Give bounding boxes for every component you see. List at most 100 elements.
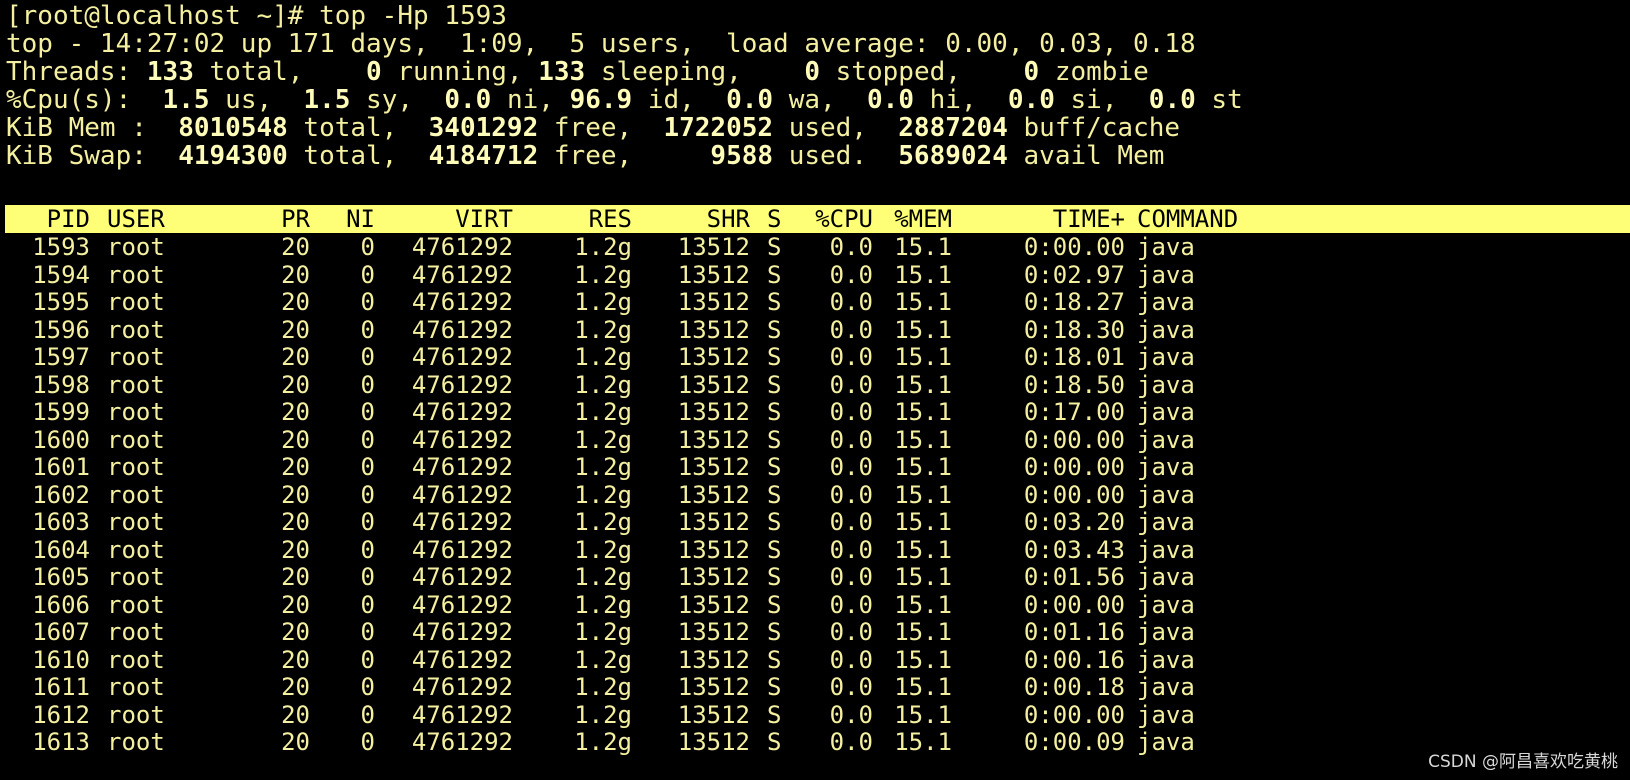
cell-user: root [107,728,165,756]
cell-cpu: 0.0 [829,260,873,289]
table-row[interactable]: 1604 root 20 0 4761292 1.2g 13512 S 0.0 15.1 0:03.… [5,536,1630,564]
table-row[interactable]: 1601 root 20 0 4761292 1.2g 13512 S 0.0 15.1 0:00.… [5,453,1630,481]
cell-pr: 20 [281,233,310,261]
cell-shr: 13512 [677,315,750,344]
swap-line: KiB Swap: 4194300 total, 4184712 free, 9… [6,141,1165,171]
table-row[interactable]: 1594 root 20 0 4761292 1.2g 13512 S 0.0 15.1 0:02.… [5,261,1630,289]
cell-command: java [1137,343,1195,371]
cell-pr: 20 [281,645,310,674]
cell-shr: 13512 [677,645,750,674]
cell-user: root [107,315,165,344]
cell-command: java [1137,728,1195,756]
table-row[interactable]: 1593 root 20 0 4761292 1.2g 13512 S 0.0 15.1 0:00.… [5,233,1630,261]
cell-ni: 0 [360,728,375,756]
cell-user: root [107,453,165,481]
cell-ni: 0 [360,315,375,344]
mem-line: KiB Mem : 8010548 total, 3401292 free, 1… [6,113,1181,143]
col-ni-header: NI [346,205,375,233]
cell-mem: 15.1 [894,508,952,536]
table-row[interactable]: 1607 root 20 0 4761292 1.2g 13512 S 0.0 15.1 0:01.… [5,618,1630,646]
cell-virt: 4761292 [411,700,513,729]
cell-pr: 20 [281,425,310,454]
cell-virt: 4761292 [411,260,513,289]
cell-time: 0:00.00 [1023,700,1125,729]
table-row[interactable]: 1612 root 20 0 4761292 1.2g 13512 S 0.0 15.1 0:00.… [5,701,1630,729]
cell-res: 1.2g [574,425,632,454]
cell-virt: 4761292 [411,535,513,564]
cell-pid: 1601 [32,453,90,481]
terminal-window[interactable]: [root@localhost ~]# top -Hp 1593 top - 1… [0,0,1630,780]
cell-pr: 20 [281,590,310,619]
cell-user: root [107,370,165,399]
cell-s: S [767,618,782,646]
cell-res: 1.2g [574,728,632,756]
cell-ni: 0 [360,563,375,591]
cell-shr: 13512 [677,508,750,536]
cell-user: root [107,673,165,701]
table-row[interactable]: 1597 root 20 0 4761292 1.2g 13512 S 0.0 15.1 0:18.… [5,343,1630,371]
cell-pr: 20 [281,260,310,289]
cell-res: 1.2g [574,315,632,344]
cell-mem: 15.1 [894,480,952,509]
cell-user: root [107,645,165,674]
cell-cpu: 0.0 [829,590,873,619]
cell-mem: 15.1 [894,563,952,591]
cell-pid: 1613 [32,728,90,756]
cell-s: S [767,288,782,316]
cell-virt: 4761292 [411,453,513,481]
cell-ni: 0 [360,480,375,509]
cell-ni: 0 [360,618,375,646]
cell-cpu: 0.0 [829,618,873,646]
cell-shr: 13512 [677,618,750,646]
cell-ni: 0 [360,508,375,536]
cell-pid: 1605 [32,563,90,591]
cell-virt: 4761292 [411,315,513,344]
table-row[interactable]: 1596 root 20 0 4761292 1.2g 13512 S 0.0 15.1 0:18.… [5,316,1630,344]
table-row[interactable]: 1598 root 20 0 4761292 1.2g 13512 S 0.0 15.1 0:18.… [5,371,1630,399]
col-shr-header: SHR [706,205,750,233]
table-row[interactable]: 1610 root 20 0 4761292 1.2g 13512 S 0.0 15.1 0:00.… [5,646,1630,674]
cell-pr: 20 [281,673,310,701]
table-row[interactable]: 1605 root 20 0 4761292 1.2g 13512 S 0.0 15.1 0:01.… [5,563,1630,591]
cell-command: java [1137,315,1195,344]
table-row[interactable]: 1595 root 20 0 4761292 1.2g 13512 S 0.0 15.1 0:18.… [5,288,1630,316]
cell-mem: 15.1 [894,370,952,399]
table-row[interactable]: 1613 root 20 0 4761292 1.2g 13512 S 0.0 15.1 0:00.… [5,728,1630,756]
cell-res: 1.2g [574,288,632,316]
cell-pid: 1603 [32,508,90,536]
cell-cpu: 0.0 [829,343,873,371]
cell-s: S [767,590,782,619]
cell-virt: 4761292 [411,618,513,646]
cell-shr: 13512 [677,563,750,591]
table-row[interactable]: 1600 root 20 0 4761292 1.2g 13512 S 0.0 15.1 0:00.… [5,426,1630,454]
cell-cpu: 0.0 [829,535,873,564]
cell-pid: 1595 [32,288,90,316]
cell-cpu: 0.0 [829,370,873,399]
table-row[interactable]: 1606 root 20 0 4761292 1.2g 13512 S 0.0 15.1 0:00.… [5,591,1630,619]
table-row[interactable]: 1602 root 20 0 4761292 1.2g 13512 S 0.0 15.1 0:00.… [5,481,1630,509]
cell-mem: 15.1 [894,288,952,316]
cell-user: root [107,398,165,426]
cell-cpu: 0.0 [829,398,873,426]
cell-time: 0:00.00 [1023,480,1125,509]
cell-ni: 0 [360,425,375,454]
cell-s: S [767,398,782,426]
cell-virt: 4761292 [411,370,513,399]
cell-res: 1.2g [574,563,632,591]
cell-ni: 0 [360,535,375,564]
cell-command: java [1137,590,1195,619]
cell-pr: 20 [281,398,310,426]
cell-s: S [767,260,782,289]
cell-pr: 20 [281,315,310,344]
table-row[interactable]: 1611 root 20 0 4761292 1.2g 13512 S 0.0 15.1 0:00.… [5,673,1630,701]
table-row[interactable]: 1599 root 20 0 4761292 1.2g 13512 S 0.0 15.1 0:17.… [5,398,1630,426]
cell-shr: 13512 [677,260,750,289]
cell-cpu: 0.0 [829,728,873,756]
cell-s: S [767,645,782,674]
col-mem-header: %MEM [894,205,952,233]
cell-shr: 13512 [677,700,750,729]
cell-virt: 4761292 [411,673,513,701]
table-row[interactable]: 1603 root 20 0 4761292 1.2g 13512 S 0.0 15.1 0:03.… [5,508,1630,536]
cell-user: root [107,425,165,454]
col-user-header: USER [107,205,165,233]
